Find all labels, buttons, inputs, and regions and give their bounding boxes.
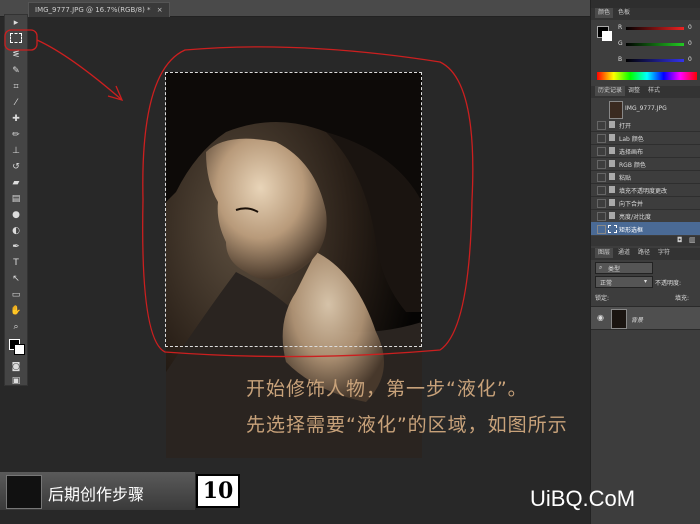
history-item-label: 向下合并 [619, 201, 644, 208]
tab-layers[interactable]: 图层 [595, 248, 614, 258]
b-channel-label: B [618, 56, 623, 63]
history-item-label: 填充不透明度更改 [619, 188, 668, 195]
history-item-label: RGB 颜色 [619, 162, 646, 169]
blend-mode-select[interactable]: 正常 ▾ [595, 276, 653, 288]
chevron-down-icon: ▾ [644, 278, 648, 285]
opacity-label: 不透明度: [655, 280, 682, 287]
document-icon [609, 160, 615, 167]
marquee-icon [608, 225, 617, 233]
history-state-checkbox[interactable] [597, 147, 606, 156]
g-channel-value[interactable]: 0 [688, 40, 692, 47]
tab-paths[interactable]: 路径 [635, 248, 653, 258]
g-slider[interactable] [626, 43, 684, 46]
history-item[interactable]: 亮度/对比度 [591, 209, 700, 223]
history-item-label: Lab 颜色 [619, 136, 644, 143]
document-icon [609, 173, 615, 180]
history-item[interactable]: 粘贴 [591, 170, 700, 184]
eye-visibility-icon[interactable]: ◉ [597, 313, 604, 322]
history-item[interactable]: 打开 [591, 118, 700, 132]
history-item[interactable]: Lab 颜色 [591, 131, 700, 145]
trash-icon[interactable]: ▥ [689, 236, 696, 244]
b-channel-value[interactable]: 0 [688, 56, 692, 63]
site-watermark: UiBQ.CoM [530, 486, 636, 511]
layer-filter-label: 类型 [608, 266, 621, 273]
history-state-checkbox[interactable] [597, 225, 606, 234]
blend-mode-value: 正常 [600, 280, 613, 287]
r-channel-label: R [618, 24, 623, 31]
fill-label: 填充: [675, 295, 690, 302]
history-state-checkbox[interactable] [597, 121, 606, 130]
layer-row-background[interactable]: ◉ 背景 [591, 306, 700, 330]
snapshot-label: IMG_9777.JPG [625, 105, 667, 112]
history-item-label: 选择画布 [619, 149, 644, 156]
caption-line-1: 开始修饰人物，第一步“液化”。 [246, 378, 528, 400]
history-item-label: 打开 [619, 123, 632, 130]
history-state-checkbox[interactable] [597, 173, 606, 182]
layers-panel-tabs: 图层 通道 路径 字符 [591, 248, 700, 260]
panels-column: 颜色 色板 R 0 G 0 B 0 历史记录 调整 样式 IMG_9777.JP… [590, 0, 700, 524]
lock-label: 锁定: [595, 295, 610, 302]
tab-adjustments[interactable]: 调整 [625, 86, 643, 96]
step-number: 10 [196, 474, 240, 508]
panel-dock-header [591, 0, 700, 8]
search-icon: ⌕ [599, 264, 603, 271]
marquee-tool-highlight [4, 29, 38, 51]
annotation-arrow [36, 39, 123, 101]
b-slider[interactable] [626, 59, 684, 62]
document-icon [609, 186, 615, 193]
color-panel-tabs: 颜色 色板 [591, 8, 700, 20]
history-state-checkbox[interactable] [597, 212, 606, 221]
history-panel-tabs: 历史记录 调整 样式 [591, 86, 700, 98]
snapshot-thumbnail [609, 101, 623, 119]
history-item-label: 矩形选框 [619, 227, 644, 234]
document-icon [609, 212, 615, 219]
history-list: 打开 Lab 颜色 选择画布 RGB 颜色 粘贴 填充不透明度更改 向下合并 亮… [591, 118, 700, 236]
color-sliders: R 0 G 0 B 0 [618, 24, 698, 69]
badge-title: 后期创作步骤 [48, 485, 145, 504]
history-footer: ◘ ▥ [591, 236, 700, 246]
history-item-active[interactable]: 矩形选框 [591, 222, 700, 235]
history-state-checkbox[interactable] [597, 186, 606, 195]
document-icon [609, 134, 615, 141]
history-state-checkbox[interactable] [597, 199, 606, 208]
history-item[interactable]: RGB 颜色 [591, 157, 700, 171]
g-channel-label: G [618, 40, 623, 47]
color-background-swatch[interactable] [602, 31, 612, 41]
tab-color[interactable]: 颜色 [595, 8, 614, 18]
history-item-label: 亮度/对比度 [619, 214, 652, 221]
tab-character[interactable]: 字符 [655, 248, 673, 258]
tab-channels[interactable]: 通道 [615, 248, 633, 258]
caption-line-2: 先选择需要“液化”的区域，如图所示 [246, 414, 568, 436]
history-item[interactable]: 向下合并 [591, 196, 700, 210]
selection-circle-annotation [142, 46, 474, 358]
color-spectrum-ramp[interactable] [597, 72, 697, 80]
history-state-checkbox[interactable] [597, 134, 606, 143]
document-icon [609, 147, 615, 154]
r-channel-value[interactable]: 0 [688, 24, 692, 31]
tab-history[interactable]: 历史记录 [595, 86, 626, 96]
history-item[interactable]: 填充不透明度更改 [591, 183, 700, 197]
annotation-overlay [4, 29, 474, 358]
history-item[interactable]: 选择画布 [591, 144, 700, 158]
camera-icon[interactable]: ◘ [677, 236, 683, 244]
layer-thumbnail [611, 309, 627, 329]
history-state-checkbox[interactable] [597, 160, 606, 169]
layer-name: 背景 [631, 317, 644, 324]
tab-swatches[interactable]: 色板 [615, 8, 633, 18]
badge-logo-icon [6, 475, 42, 509]
document-icon [609, 199, 615, 206]
r-slider[interactable] [626, 27, 684, 30]
history-item-label: 粘贴 [619, 175, 632, 182]
history-snapshot[interactable]: IMG_9777.JPG [595, 100, 699, 119]
document-icon [609, 121, 615, 128]
layer-filter-select[interactable]: ⌕ 类型 [595, 262, 653, 274]
tab-styles[interactable]: 样式 [645, 86, 663, 96]
